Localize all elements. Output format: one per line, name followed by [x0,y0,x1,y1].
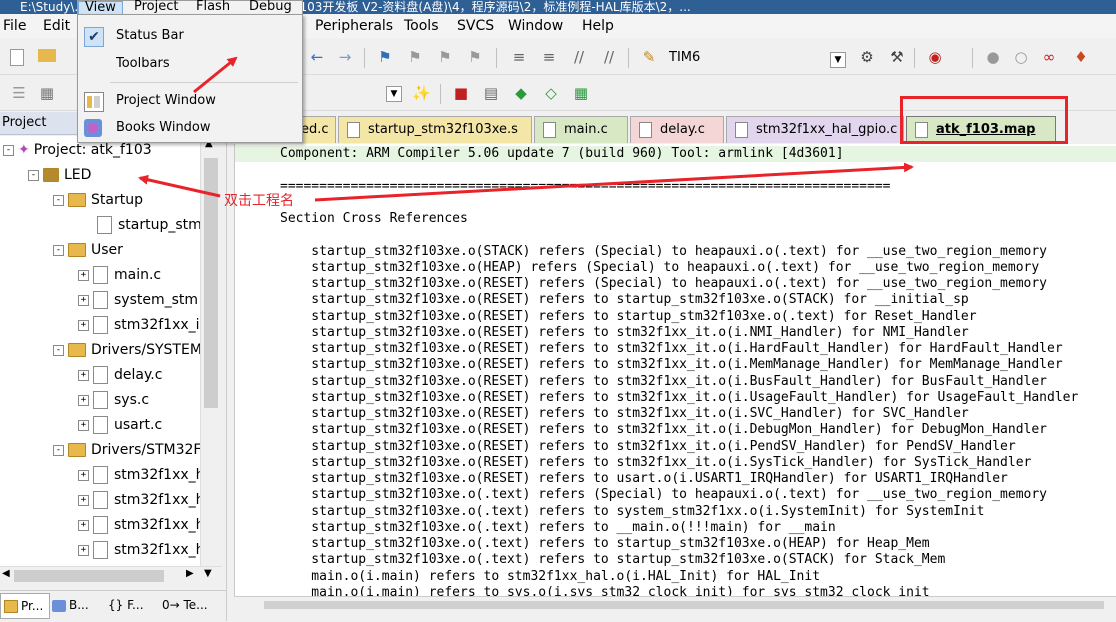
arrow-to-led [138,174,221,198]
arrow-to-project-window [193,56,238,94]
annotation-arrows [138,56,914,202]
arrow-to-map-tab [314,162,914,202]
